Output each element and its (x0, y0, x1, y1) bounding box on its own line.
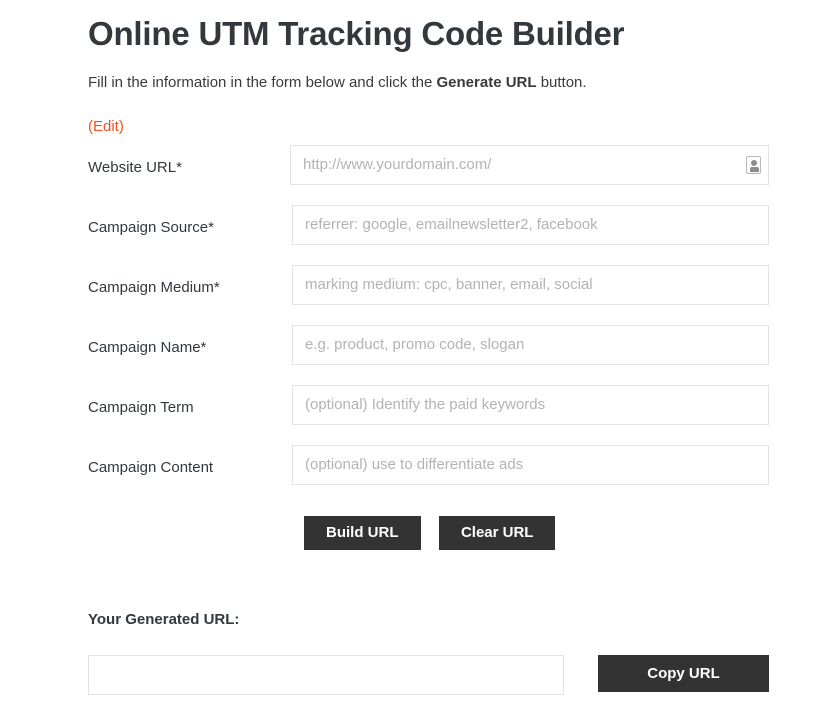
generated-url-input[interactable] (88, 654, 564, 695)
edit-link[interactable]: (Edit) (88, 118, 124, 135)
field-wrap-campaign-term (292, 384, 769, 425)
label-campaign-name: Campaign Name* (88, 338, 207, 356)
generated-url-row: Copy URL (88, 654, 769, 695)
subtitle-strong: Generate URL (436, 73, 537, 91)
copy-url-button[interactable]: Copy URL (598, 654, 769, 692)
label-campaign-medium: Campaign Medium* (88, 278, 220, 296)
page-title: Online UTM Tracking Code Builder (88, 15, 625, 52)
field-wrap-campaign-name (292, 324, 769, 365)
campaign-source-input[interactable] (292, 204, 769, 245)
utm-builder-page: Online UTM Tracking Code Builder Fill in… (88, 0, 769, 695)
utm-form: Website URL* Campaign Source* Campaign M… (88, 144, 769, 562)
label-campaign-source: Campaign Source* (88, 218, 214, 236)
label-campaign-content: Campaign Content (88, 458, 214, 476)
subtitle-text-before: Fill in the information in the form belo… (88, 73, 437, 91)
field-wrap-campaign-medium (292, 264, 769, 305)
campaign-medium-input[interactable] (292, 264, 769, 305)
label-website-url: Website URL* (88, 158, 182, 176)
build-url-button[interactable]: Build URL (304, 515, 421, 550)
campaign-content-input[interactable] (292, 444, 769, 485)
form-row: Campaign Term (88, 384, 769, 445)
clear-url-button[interactable]: Clear URL (438, 515, 556, 550)
field-wrap-website-url (290, 144, 769, 185)
campaign-name-input[interactable] (292, 324, 769, 365)
label-campaign-term: Campaign Term (88, 398, 194, 416)
field-wrap-campaign-content (292, 444, 769, 485)
form-row: Campaign Name* (88, 324, 769, 385)
password-manager-icon[interactable] (746, 155, 761, 174)
page-subtitle: Fill in the information in the form belo… (88, 54, 769, 93)
generated-url-heading: Your Generated URL: (88, 610, 240, 628)
form-row: Campaign Content (88, 444, 769, 505)
campaign-term-input[interactable] (292, 384, 769, 425)
form-actions: Build URL Clear URL (88, 515, 769, 562)
form-row: Campaign Source* (88, 204, 769, 265)
subtitle-text-after: button. (536, 73, 587, 91)
field-wrap-campaign-source (292, 204, 769, 245)
website-url-input[interactable] (290, 144, 769, 185)
form-row: Website URL* (88, 144, 769, 205)
form-row: Campaign Medium* (88, 264, 769, 325)
